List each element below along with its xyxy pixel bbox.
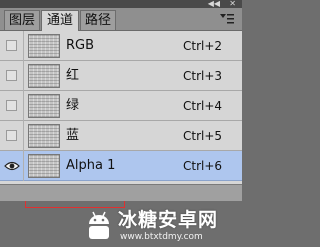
channel-row-rgb[interactable]: RGB Ctrl+2	[0, 31, 242, 61]
close-icon[interactable]: ✕	[229, 0, 236, 8]
channel-thumbnail	[28, 124, 60, 148]
eye-icon	[4, 161, 20, 171]
visibility-toggle[interactable]	[0, 31, 24, 61]
watermark: 冰糖安卓网 www.btxtdmy.com	[0, 200, 242, 247]
channel-thumbnail	[28, 64, 60, 88]
tab-channels[interactable]: 通道	[41, 10, 79, 31]
visibility-empty-icon	[6, 70, 17, 81]
channel-shortcut: Ctrl+4	[183, 99, 223, 113]
channel-row-alpha-1[interactable]: Alpha 1 Ctrl+6	[0, 151, 242, 181]
channel-name: Alpha 1	[66, 158, 116, 173]
panel-menu-icon[interactable]	[220, 14, 234, 24]
channel-shortcut: Ctrl+2	[183, 39, 223, 53]
android-logo-icon	[89, 211, 109, 239]
double-arrow-icon[interactable]: ◀◀	[208, 0, 220, 8]
channel-name: 蓝	[66, 128, 80, 143]
visibility-toggle[interactable]	[0, 61, 24, 91]
panel-tab-bar: 图层 通道 路径	[0, 8, 242, 31]
panel-title-bar: ◀◀ ✕	[0, 0, 242, 8]
channel-thumbnail	[28, 154, 60, 178]
channel-shortcut: Ctrl+6	[183, 159, 223, 173]
channel-name: 绿	[66, 98, 80, 113]
channel-shortcut: Ctrl+5	[183, 129, 223, 143]
visibility-empty-icon	[6, 40, 17, 51]
channel-name: 红	[66, 68, 80, 83]
tab-layers[interactable]: 图层	[4, 10, 40, 30]
visibility-toggle[interactable]	[0, 91, 24, 121]
watermark-url: www.btxtdmy.com	[120, 232, 203, 242]
visibility-empty-icon	[6, 100, 17, 111]
channel-thumbnail	[28, 34, 60, 58]
channel-thumbnail	[28, 94, 60, 118]
channel-row-blue[interactable]: 蓝 Ctrl+5	[0, 121, 242, 151]
visibility-toggle[interactable]	[0, 121, 24, 151]
channel-shortcut: Ctrl+3	[183, 69, 223, 83]
channel-list: RGB Ctrl+2 红 Ctrl+3 绿 Ctrl+4 蓝 Ctrl+5 Al…	[0, 31, 242, 208]
channel-row-red[interactable]: 红 Ctrl+3	[0, 61, 242, 91]
panel-bottom-bar	[0, 184, 242, 201]
tab-paths[interactable]: 路径	[80, 10, 116, 30]
channel-row-green[interactable]: 绿 Ctrl+4	[0, 91, 242, 121]
visibility-toggle[interactable]	[0, 151, 24, 181]
watermark-title: 冰糖安卓网	[118, 209, 219, 231]
visibility-empty-icon	[6, 130, 17, 141]
channel-name: RGB	[66, 38, 95, 53]
